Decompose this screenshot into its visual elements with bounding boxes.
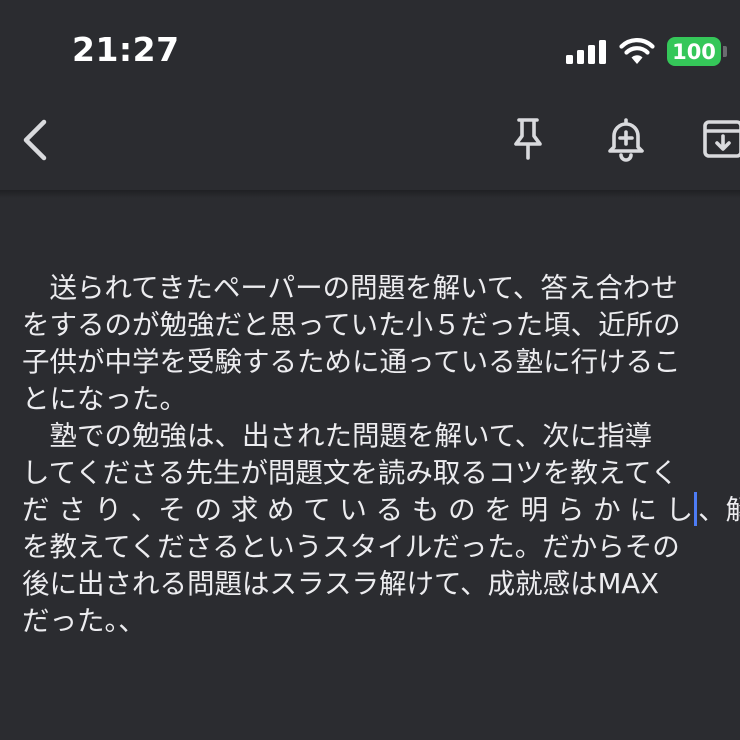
wifi-icon bbox=[619, 38, 655, 64]
note-line: だ さ り 、そ の 求 め て い る も の を 明 ら か に し、解き方 bbox=[22, 492, 740, 529]
status-time: 21:27 bbox=[72, 30, 180, 69]
note-line: 塾での勉強は、出された問題を解いて、次に指導 bbox=[22, 420, 653, 452]
note-line: 後に出される問題はスラスラ解けて、成就感はMAX bbox=[22, 568, 659, 600]
text-cursor bbox=[694, 492, 698, 526]
signal-icon bbox=[566, 40, 608, 64]
toolbar-divider bbox=[0, 190, 740, 198]
note-line: とになった。 bbox=[22, 383, 187, 415]
note-toolbar bbox=[0, 92, 740, 192]
battery-icon: 100 bbox=[667, 37, 721, 66]
note-line: を教えてくださるというスタイルだった。だからその bbox=[22, 531, 680, 563]
archive-icon[interactable] bbox=[700, 118, 740, 160]
note-line: してくださる先生が問題文を読み取るコツを教えてく bbox=[22, 457, 679, 489]
battery-level: 100 bbox=[672, 39, 716, 64]
note-editor-screen: 21:27 100 送られてきたペーパーの問題を解いて、答え合わせ をするのが勉… bbox=[0, 0, 740, 740]
reminder-bell-icon[interactable] bbox=[605, 114, 647, 162]
note-line: 送られてきたペーパーの問題を解いて、答え合わせ bbox=[22, 272, 678, 304]
battery-tip bbox=[723, 46, 727, 57]
note-body-text[interactable]: 送られてきたペーパーの問題を解いて、答え合わせ をするのが勉強だと思っていた小５… bbox=[22, 270, 740, 640]
back-arrow-icon[interactable] bbox=[18, 118, 54, 162]
pin-icon[interactable] bbox=[509, 116, 547, 162]
note-line: だった。、 bbox=[22, 605, 146, 637]
note-line: をするのが勉強だと思っていた小５だった頃、近所の bbox=[22, 309, 681, 341]
note-line-after-caret: 、解き方 bbox=[698, 494, 740, 526]
note-line-before-caret: だ さ り 、そ の 求 め て い る も の を 明 ら か に し bbox=[22, 494, 694, 526]
note-line: 子供が中学を受験するために通っている塾に行けるこ bbox=[22, 346, 681, 378]
